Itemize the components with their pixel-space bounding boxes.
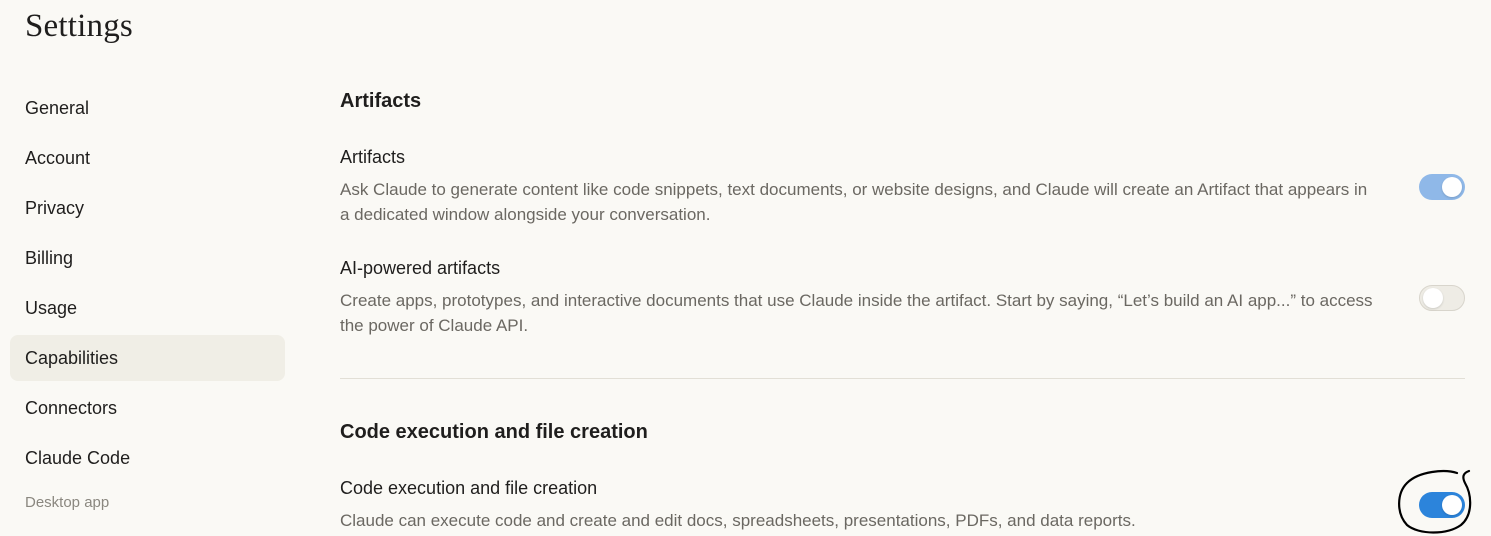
- section-divider: [340, 378, 1465, 379]
- sidebar-item-label: Billing: [25, 247, 74, 268]
- setting-description-code-execution: Claude can execute code and create and e…: [340, 511, 1136, 530]
- page-title: Settings: [25, 8, 133, 44]
- sidebar-item-account[interactable]: Account: [10, 135, 285, 181]
- setting-title-code-execution: Code execution and file creation: [340, 478, 598, 498]
- toggle-knob: [1442, 177, 1462, 197]
- sidebar-item-usage[interactable]: Usage: [10, 285, 285, 331]
- sidebar-item-claude-code[interactable]: Claude Code: [10, 435, 285, 481]
- artifacts-toggle[interactable]: [1419, 174, 1465, 200]
- sidebar-item-general[interactable]: General: [10, 85, 285, 131]
- setting-title-ai-powered-artifacts: AI-powered artifacts: [340, 258, 501, 278]
- sidebar-item-billing[interactable]: Billing: [10, 235, 285, 281]
- section-heading-code-execution: Code execution and file creation: [340, 421, 648, 443]
- sidebar-item-connectors[interactable]: Connectors: [10, 385, 285, 431]
- sidebar-item-label: Privacy: [25, 197, 85, 218]
- sidebar-item-label: Account: [25, 147, 91, 168]
- sidebar-item-privacy[interactable]: Privacy: [10, 185, 285, 231]
- section-heading-artifacts: Artifacts: [340, 90, 422, 112]
- setting-description-artifacts: Ask Claude to generate content like code…: [340, 180, 1368, 224]
- toggle-knob: [1442, 495, 1462, 515]
- sidebar-item-label: Usage: [25, 297, 78, 318]
- setting-description-ai-powered-artifacts: Create apps, prototypes, and interactive…: [340, 291, 1373, 335]
- setting-title-artifacts: Artifacts: [340, 147, 406, 167]
- sidebar-item-capabilities[interactable]: Capabilities: [10, 335, 285, 381]
- sidebar-item-label: Capabilities: [25, 347, 119, 368]
- settings-sidebar: General Account Privacy Billing Usage Ca…: [10, 85, 285, 515]
- sidebar-item-label: Connectors: [25, 397, 118, 418]
- sidebar-section-label: Desktop app: [25, 494, 110, 511]
- ai-powered-artifacts-toggle[interactable]: [1419, 285, 1465, 311]
- settings-page: Settings General Account Privacy Billing…: [0, 0, 1491, 536]
- toggle-knob: [1423, 288, 1443, 308]
- sidebar-item-label: General: [25, 97, 90, 118]
- sidebar-item-label: Claude Code: [25, 447, 131, 468]
- code-execution-toggle[interactable]: [1419, 492, 1465, 518]
